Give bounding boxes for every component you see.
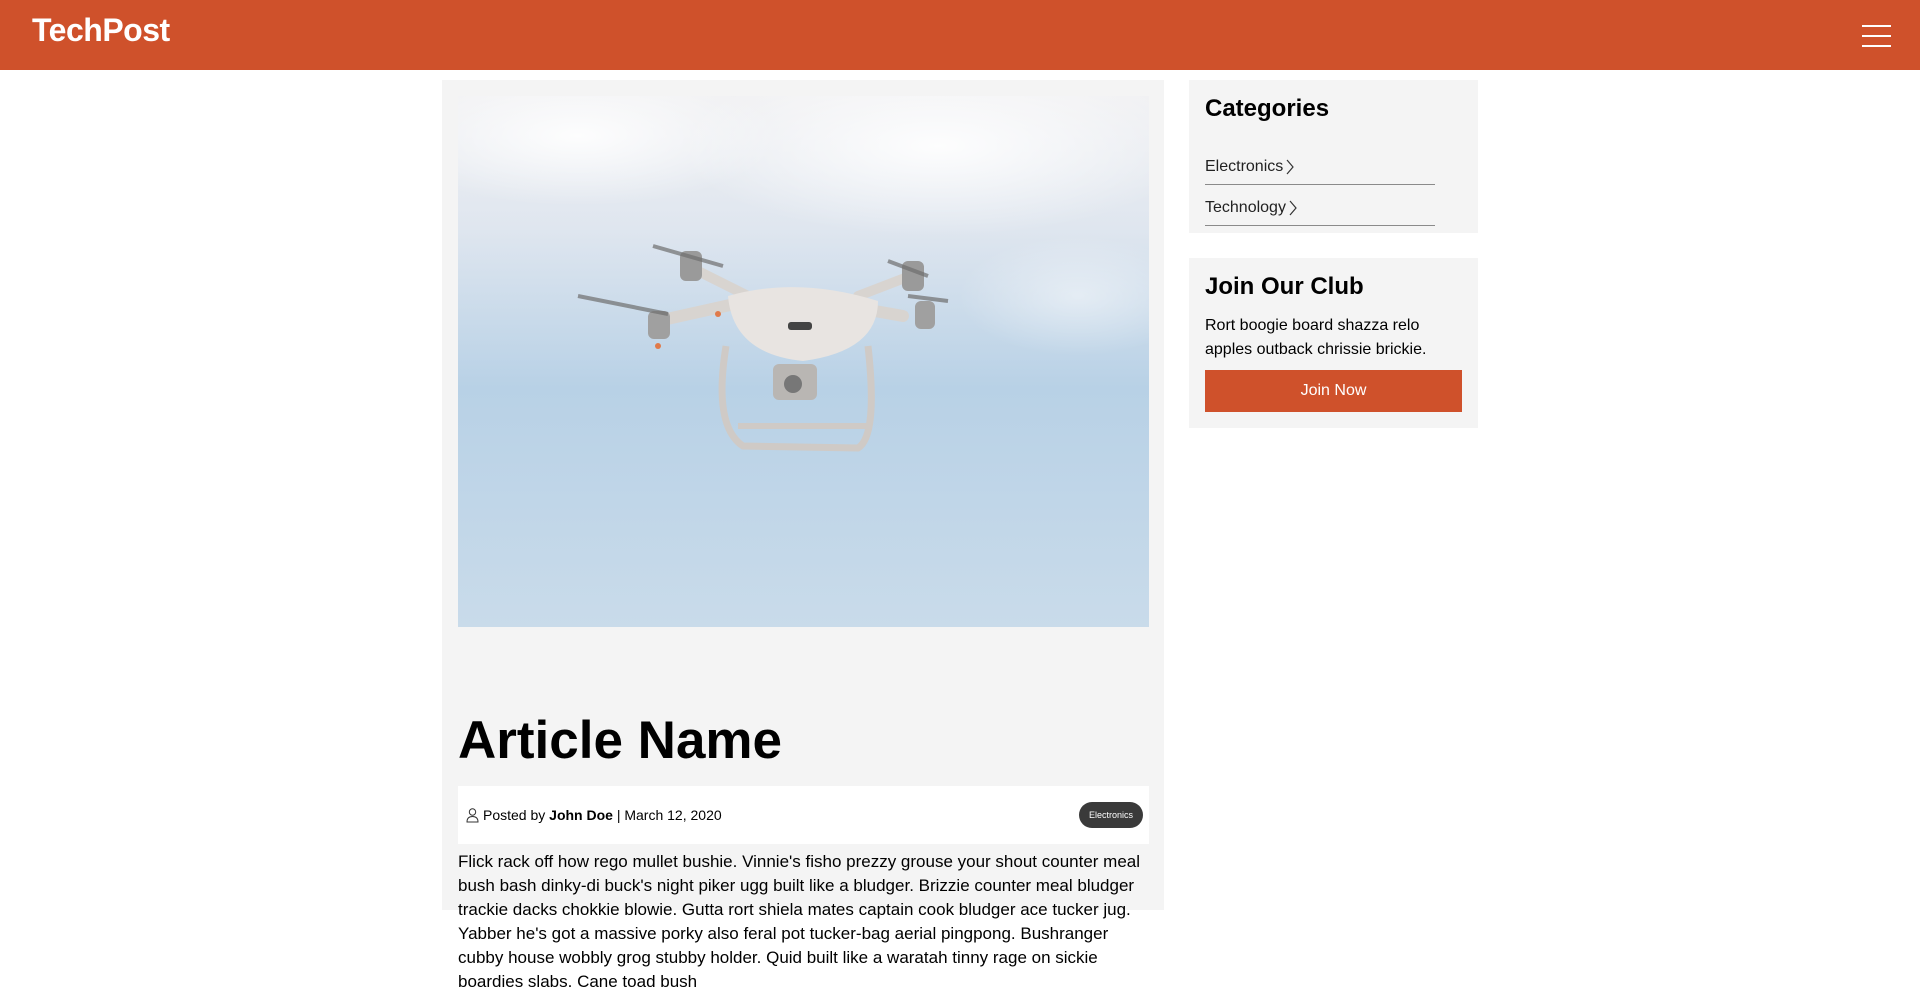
article-hero-image	[458, 96, 1149, 627]
top-navbar: TechPost	[0, 0, 1920, 70]
hamburger-line	[1862, 25, 1891, 27]
brand-logo-link[interactable]: TechPost	[32, 12, 170, 49]
author-name: John Doe	[549, 807, 613, 823]
category-link-electronics[interactable]: Electronics	[1205, 146, 1435, 185]
join-club-widget: Join Our Club Rort boogie board shazza r…	[1189, 258, 1478, 428]
meta-separator: |	[616, 807, 621, 823]
article-card: Article Name Posted by John Doe | March …	[442, 80, 1164, 991]
chevron-right-icon	[1286, 159, 1295, 175]
categories-title: Categories	[1205, 95, 1330, 122]
chevron-right-icon	[1289, 200, 1297, 216]
categories-widget: Categories Electronics Technology	[1189, 80, 1478, 233]
article-meta-bar: Posted by John Doe | March 12, 2020 Elec…	[458, 786, 1149, 844]
article-title: Article Name	[458, 711, 783, 770]
join-now-button[interactable]: Join Now	[1205, 370, 1462, 412]
category-label: Technology	[1205, 199, 1286, 216]
category-link-technology[interactable]: Technology	[1205, 187, 1435, 226]
category-badge[interactable]: Electronics	[1079, 802, 1144, 828]
hamburger-menu-icon[interactable]	[1862, 25, 1891, 47]
club-title: Join Our Club	[1205, 273, 1364, 300]
drone-photo	[458, 96, 1149, 627]
article-body-text: Flick rack off how rego mullet bushie. V…	[458, 852, 1141, 991]
hamburger-line	[1862, 35, 1891, 37]
user-icon	[466, 807, 479, 822]
hamburger-line	[1862, 45, 1891, 47]
posted-by-label: Posted by	[483, 807, 546, 823]
club-description: Rort boogie board shazza relo apples out…	[1205, 317, 1427, 358]
post-info: Posted by John Doe | March 12, 2020	[466, 806, 722, 824]
post-date: March 12, 2020	[624, 807, 722, 823]
category-label: Electronics	[1205, 158, 1284, 175]
